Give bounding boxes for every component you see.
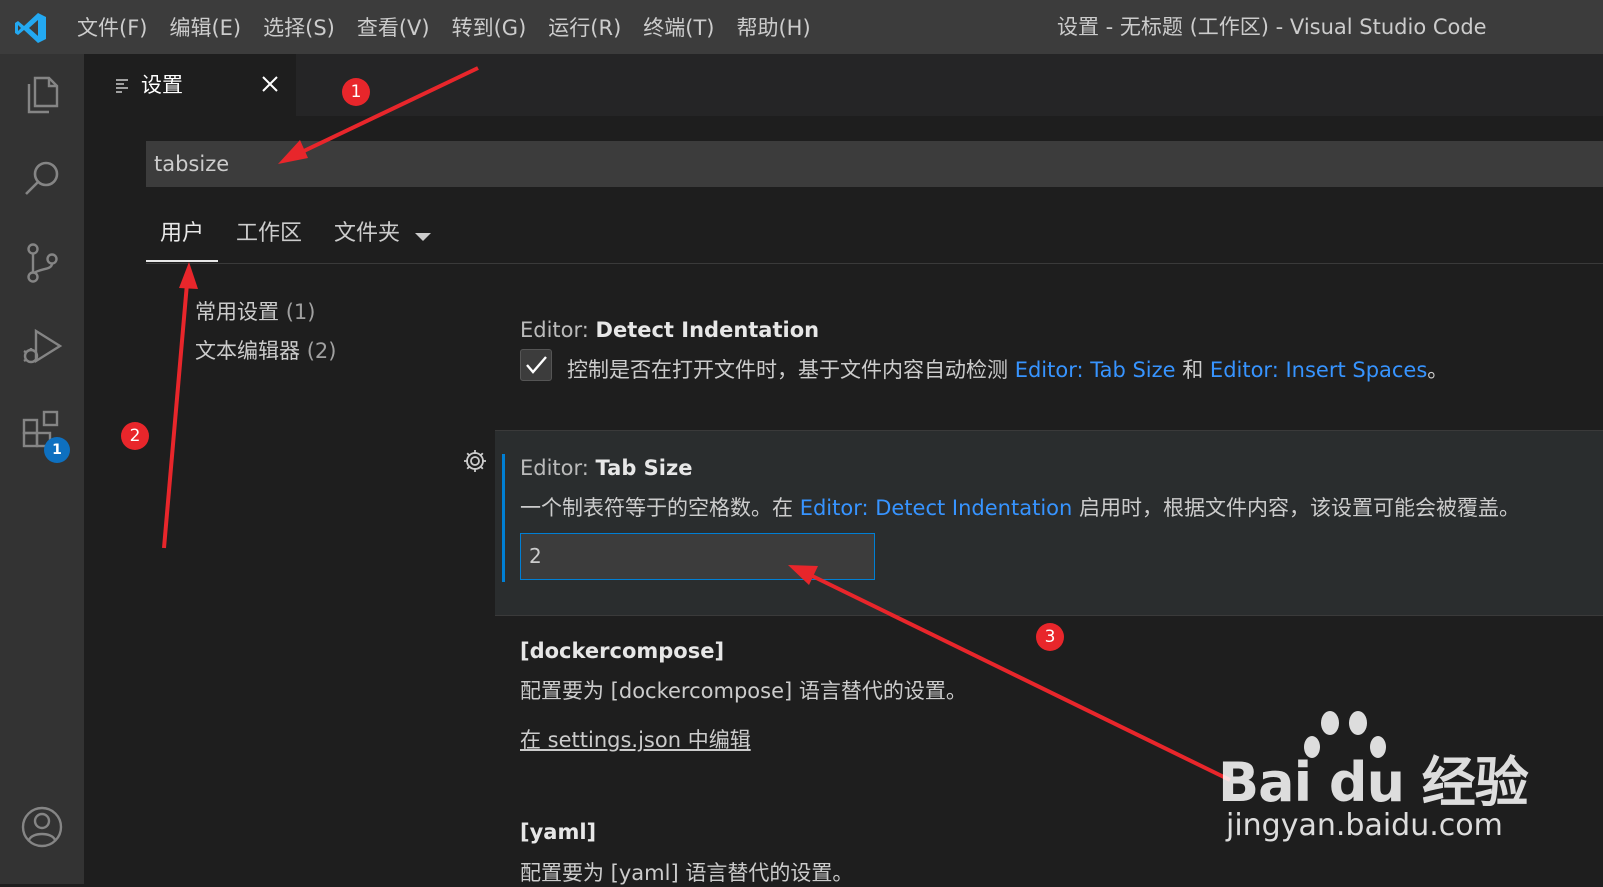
annotation-marker-2: 2 <box>121 422 149 450</box>
watermark-url: jingyan.baidu.com <box>1226 808 1503 843</box>
annotation-arrow-1 <box>278 66 479 164</box>
annotation-marker-1: 1 <box>342 78 370 106</box>
watermark-brand: Bai du 经验 <box>1218 751 1529 814</box>
annotation-arrow-3 <box>788 565 1231 782</box>
annotation-marker-3: 3 <box>1036 623 1064 651</box>
annotation-arrow-2 <box>162 262 198 549</box>
